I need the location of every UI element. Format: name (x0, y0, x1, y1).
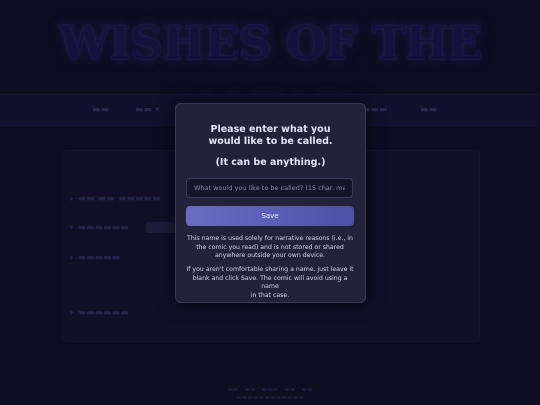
dialog-title: Please enter what you would like to be c… (176, 124, 365, 148)
skip-note-line-1: If you aren't comfortable sharing a name… (186, 266, 354, 273)
skip-note-line-2: blank and click Save. The comic will avo… (192, 274, 348, 291)
name-prompt-dialog: Please enter what you would like to be c… (175, 103, 366, 303)
privacy-note-line-2: the comic you read) and is not stored or… (196, 243, 344, 251)
dialog-title-line-1: Please enter what you (210, 124, 331, 135)
skip-note-line-3: in that case. (250, 291, 290, 299)
privacy-note: This name is used solely for narrative r… (186, 235, 354, 261)
dialog-title-line-2: would like to be called. (208, 136, 333, 147)
privacy-note-line-1: This name is used solely for narrative r… (187, 235, 353, 242)
privacy-note-line-3: anywhere outside your own device. (214, 252, 326, 260)
skip-note: If you aren't comfortable sharing a name… (186, 266, 354, 300)
name-input[interactable] (186, 178, 353, 198)
dialog-subtitle: (It can be anything.) (215, 157, 326, 168)
save-button[interactable]: Save (186, 206, 354, 226)
